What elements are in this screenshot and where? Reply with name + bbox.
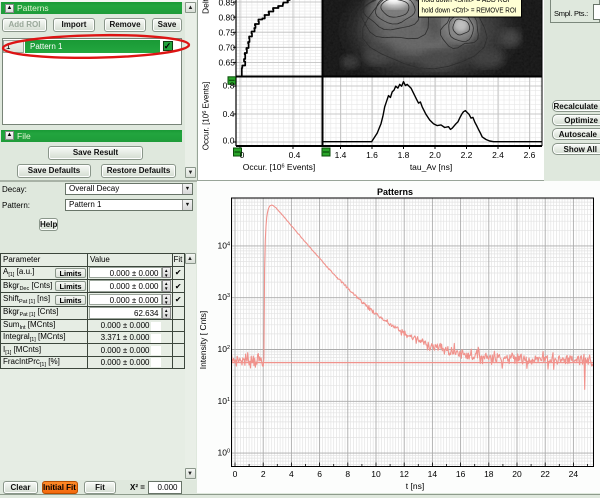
svg-text:Patterns: Patterns xyxy=(377,187,413,197)
svg-text:24: 24 xyxy=(569,469,579,479)
svg-text:20: 20 xyxy=(512,469,522,479)
svg-text:0.70: 0.70 xyxy=(218,43,235,53)
svg-text:104: 104 xyxy=(217,240,230,250)
svg-text:0.8: 0.8 xyxy=(223,81,235,91)
svg-text:Occur. [106 Events]: Occur. [106 Events] xyxy=(202,82,211,150)
svg-text:0.65: 0.65 xyxy=(218,58,235,68)
svg-text:103: 103 xyxy=(217,292,230,302)
svg-text:14: 14 xyxy=(428,469,438,479)
svg-text:0.85: 0.85 xyxy=(218,0,235,8)
svg-text:Delta_Av [ns]: Delta_Av [ns] xyxy=(201,0,211,14)
svg-text:100: 100 xyxy=(217,447,230,457)
svg-text:18: 18 xyxy=(484,469,494,479)
svg-text:0: 0 xyxy=(240,150,245,160)
svg-text:hold down <Shift> = ADD ROI: hold down <Shift> = ADD ROI xyxy=(422,0,510,4)
svg-text:22: 22 xyxy=(540,469,550,479)
svg-text:2: 2 xyxy=(261,469,266,479)
svg-text:0: 0 xyxy=(233,469,238,479)
svg-text:1.6: 1.6 xyxy=(366,150,378,160)
svg-text:0.4: 0.4 xyxy=(223,109,235,119)
svg-text:102: 102 xyxy=(217,344,230,354)
svg-text:1.4: 1.4 xyxy=(335,150,347,160)
svg-text:2.6: 2.6 xyxy=(524,150,536,160)
svg-text:2.4: 2.4 xyxy=(492,150,504,160)
svg-text:t [ns]: t [ns] xyxy=(406,481,424,491)
svg-text:Occur. [106 Events]: Occur. [106 Events] xyxy=(243,162,316,172)
svg-text:10: 10 xyxy=(371,469,381,479)
svg-text:2.0: 2.0 xyxy=(429,150,441,160)
svg-text:0.80: 0.80 xyxy=(218,13,235,23)
svg-text:8: 8 xyxy=(345,469,350,479)
svg-text:1.8: 1.8 xyxy=(398,150,410,160)
svg-text:4: 4 xyxy=(289,469,294,479)
svg-text:Intensity [ Cnts]: Intensity [ Cnts] xyxy=(198,310,208,369)
svg-text:101: 101 xyxy=(217,395,230,405)
svg-text:12: 12 xyxy=(399,469,409,479)
svg-text:6: 6 xyxy=(317,469,322,479)
svg-text:tau_Av [ns]: tau_Av [ns] xyxy=(410,162,452,172)
svg-text:hold down <Ctrl> = REMOVE ROI: hold down <Ctrl> = REMOVE ROI xyxy=(422,6,517,15)
svg-text:16: 16 xyxy=(456,469,466,479)
svg-text:0.0: 0.0 xyxy=(223,136,235,146)
svg-text:0.4: 0.4 xyxy=(289,150,301,160)
svg-text:0.75: 0.75 xyxy=(218,28,235,38)
svg-text:2.2: 2.2 xyxy=(461,150,473,160)
